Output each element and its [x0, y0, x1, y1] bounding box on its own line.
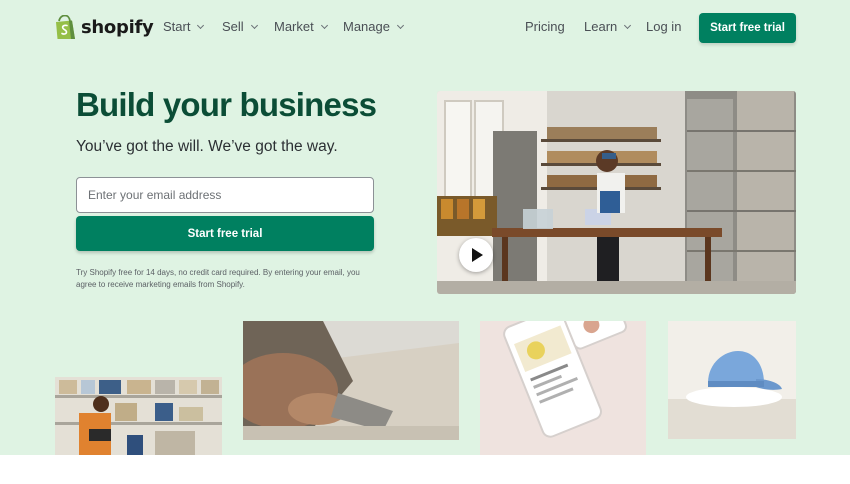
nav-pricing-link[interactable]: Pricing — [525, 19, 565, 34]
phone-store-app-image — [480, 321, 646, 455]
nav-learn-menu[interactable]: Learn — [584, 19, 632, 34]
trial-disclaimer: Try Shopify free for 14 days, no credit … — [76, 268, 360, 289]
chevron-down-icon — [624, 21, 632, 29]
play-icon — [472, 248, 483, 262]
page-headline: Build your business — [76, 86, 377, 123]
cap-product-photo — [668, 321, 796, 439]
warehouse-photo — [55, 377, 222, 455]
warehouse-tablet-image — [55, 377, 222, 455]
logo-wordmark: shopify — [81, 16, 154, 38]
shop-owner-photo — [437, 91, 796, 294]
email-input[interactable] — [76, 177, 374, 213]
video-play-button[interactable] — [459, 238, 493, 272]
blue-cap-image — [668, 321, 796, 439]
page-subheadline: You’ve got the will. We’ve got the way. — [76, 138, 338, 155]
nav-sell-menu[interactable]: Sell — [222, 19, 258, 34]
chevron-down-icon — [197, 21, 205, 29]
nav-label: Market — [274, 19, 314, 34]
header-start-trial-button[interactable]: Start free trial — [699, 13, 796, 43]
nav-label: Log in — [646, 19, 682, 34]
hero-section: shopify Start Sell Market Manage Pricing… — [0, 0, 850, 455]
nav-market-menu[interactable]: Market — [274, 19, 328, 34]
shopify-logo[interactable]: shopify — [55, 14, 154, 40]
nav-label: Pricing — [525, 19, 565, 34]
nav-login-link[interactable]: Log in — [646, 19, 681, 34]
video-thumbnail[interactable] — [437, 91, 796, 294]
nav-label: Manage — [343, 19, 390, 34]
chevron-down-icon — [396, 21, 405, 29]
woodworking-hands-image — [243, 321, 459, 440]
hero-start-trial-button[interactable]: Start free trial — [76, 216, 374, 251]
nav-label: Start — [163, 19, 191, 34]
nav-manage-menu[interactable]: Manage — [343, 19, 405, 34]
nav-label: Learn — [584, 19, 618, 34]
chevron-down-icon — [250, 21, 258, 29]
nav-start-menu[interactable]: Start — [163, 19, 205, 34]
shopping-bag-icon — [56, 14, 75, 39]
phone-app-photo — [480, 321, 646, 455]
chevron-down-icon — [320, 21, 328, 29]
woodworking-photo — [243, 321, 459, 440]
nav-label: Sell — [222, 19, 244, 34]
